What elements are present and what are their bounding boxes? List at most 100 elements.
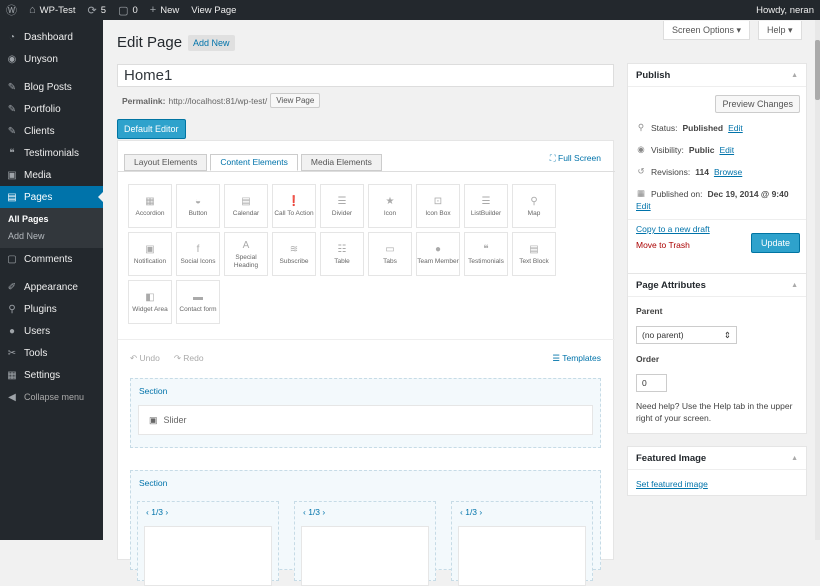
toggle-arrow-icon[interactable]: ▲ <box>791 64 798 87</box>
undo-button[interactable]: ↶ Undo <box>130 353 160 364</box>
order-input[interactable]: 0 <box>636 374 667 392</box>
element-text-block[interactable]: ▤ Text Block <box>512 232 556 276</box>
element-calendar[interactable]: ▤ Calendar <box>224 184 268 228</box>
menu-blog-posts[interactable]: ✎ Blog Posts <box>0 76 103 98</box>
toggle-arrow-icon[interactable]: ▲ <box>791 274 798 297</box>
chevron-right-icon[interactable]: › <box>165 507 168 517</box>
element-call-to-action[interactable]: ❗ Call To Action <box>272 184 316 228</box>
column-one-third[interactable]: ‹ 1/3 › <box>451 501 593 586</box>
full-screen-button[interactable]: ⛶ Full Screen <box>550 153 601 164</box>
parent-select[interactable]: (no parent) ⇕ <box>636 326 737 344</box>
menu-clients[interactable]: ✎ Clients <box>0 120 103 142</box>
element-social-icons[interactable]: f Social Icons <box>176 232 220 276</box>
title-input[interactable]: Home1 <box>117 64 614 87</box>
edit-visibility-link[interactable]: Edit <box>719 145 734 155</box>
user-menu[interactable]: Howdy, neran <box>750 0 820 20</box>
menu-testimonials[interactable]: ❝ Testimonials <box>0 142 103 164</box>
chevron-right-icon[interactable]: › <box>322 507 325 517</box>
preview-changes-button[interactable]: Preview Changes <box>715 95 800 113</box>
notification-icon: ▣ <box>145 243 155 255</box>
menu-pages[interactable]: ▤ Pages <box>0 186 103 208</box>
featured-image-header[interactable]: Featured Image ▲ <box>628 447 806 470</box>
view-page-link[interactable]: View Page <box>185 0 242 20</box>
toggle-arrow-icon[interactable]: ▲ <box>791 447 798 470</box>
wp-logo-icon[interactable]: Ⓦ <box>0 0 23 20</box>
menu-portfolio[interactable]: ✎ Portfolio <box>0 98 103 120</box>
submenu-add-new[interactable]: Add New <box>0 228 103 245</box>
column-one-third[interactable]: ‹ 1/3 › <box>137 501 279 586</box>
element-listbuilder[interactable]: ☰ ListBuilder <box>464 184 508 228</box>
element-divider[interactable]: ☰ Divider <box>320 184 364 228</box>
scrollbar-thumb[interactable] <box>815 40 820 100</box>
add-new-button[interactable]: Add New <box>188 35 235 51</box>
view-page-button[interactable]: View Page <box>270 93 321 108</box>
page-attributes-header[interactable]: Page Attributes ▲ <box>628 274 806 297</box>
copy-draft-row: Copy to a new draft <box>636 224 710 234</box>
element-icon-box[interactable]: ⊡ Icon Box <box>416 184 460 228</box>
history-icon: ↺ <box>637 166 645 176</box>
submenu-all-pages[interactable]: All Pages <box>0 211 103 228</box>
menu-settings[interactable]: ▦ Settings <box>0 364 103 386</box>
menu-plugins[interactable]: ⚲ Plugins <box>0 298 103 320</box>
browse-link[interactable]: Browse <box>714 167 742 177</box>
edit-date-link[interactable]: Edit <box>636 201 651 211</box>
menu-collapse[interactable]: ◀ Collapse menu <box>0 386 103 408</box>
screen-options-button[interactable]: Screen Options ▾ <box>663 21 751 40</box>
element-icon[interactable]: ★ Icon <box>368 184 412 228</box>
pages-icon: ▤ <box>7 191 17 203</box>
default-editor-button[interactable]: Default Editor <box>117 119 186 139</box>
rss-icon: ≋ <box>289 243 299 255</box>
element-button[interactable]: ◒ Button <box>176 184 220 228</box>
element-accordion[interactable]: ▦ Accordion <box>128 184 172 228</box>
dashboard-icon: ◔ <box>8 31 16 43</box>
chevron-left-icon[interactable]: ‹ <box>460 507 463 517</box>
slider-item[interactable]: ▣ Slider <box>138 405 593 435</box>
updates-link[interactable]: ⟳ 5 <box>82 0 113 20</box>
menu-tools[interactable]: ✂ Tools <box>0 342 103 364</box>
tab-layout-elements[interactable]: Layout Elements <box>124 154 208 171</box>
comments-link[interactable]: ▢ 0 <box>112 0 144 20</box>
redo-button[interactable]: ↷ Redo <box>174 353 204 364</box>
column-one-third[interactable]: ‹ 1/3 › <box>294 501 436 586</box>
set-featured-image-link[interactable]: Set featured image <box>636 479 708 489</box>
menu-unyson[interactable]: ◉ Unyson <box>0 48 103 70</box>
site-name-link[interactable]: ⌂ WP-Test <box>23 0 82 20</box>
help-button[interactable]: Help ▾ <box>758 21 802 40</box>
menu-comments[interactable]: ▢ Comments <box>0 248 103 270</box>
new-content-link[interactable]: + New <box>144 0 185 20</box>
element-team-member[interactable]: ● Team Member <box>416 232 460 276</box>
element-special-heading[interactable]: A Special Heading <box>224 232 268 276</box>
admin-bar: Ⓦ ⌂ WP-Test ⟳ 5 ▢ 0 + New View Page Howdy, n… <box>0 0 820 20</box>
copy-draft-link[interactable]: Copy to a new draft <box>636 224 710 234</box>
move-to-trash-link[interactable]: Move to Trash <box>636 240 690 250</box>
tab-media-elements[interactable]: Media Elements <box>300 154 382 171</box>
menu-appearance[interactable]: ✐ Appearance <box>0 276 103 298</box>
update-button[interactable]: Update <box>750 233 800 253</box>
edit-status-link[interactable]: Edit <box>728 123 743 133</box>
element-tabs[interactable]: ▭ Tabs <box>368 232 412 276</box>
menu-dashboard[interactable]: ◔ Dashboard <box>0 26 103 48</box>
element-contact-form[interactable]: ▬ Contact form <box>176 280 220 324</box>
chevron-left-icon[interactable]: ‹ <box>303 507 306 517</box>
menu-users[interactable]: ● Users <box>0 320 103 342</box>
plugin-icon: ⚲ <box>8 303 16 315</box>
element-map[interactable]: ⚲ Map <box>512 184 556 228</box>
section-block-columns[interactable]: Section ‹ 1/3 › ‹ 1/3 › ‹ 1/3 › <box>130 470 601 586</box>
element-table[interactable]: ☷ Table <box>320 232 364 276</box>
publish-header[interactable]: Publish ▲ <box>628 64 806 87</box>
permalink-url[interactable]: http://localhost:81/wp-test/ <box>168 96 267 106</box>
scrollbar[interactable] <box>815 20 820 540</box>
templates-button[interactable]: ☰ Templates <box>552 353 601 364</box>
tab-content-elements[interactable]: Content Elements <box>210 154 298 171</box>
list-icon: ☰ <box>481 195 491 207</box>
section-block[interactable]: Section ▣ Slider <box>130 378 601 448</box>
menu-media[interactable]: ▣ Media <box>0 164 103 186</box>
chevron-right-icon[interactable]: › <box>479 507 482 517</box>
element-testimonials[interactable]: ❝ Testimonials <box>464 232 508 276</box>
element-subscribe[interactable]: ≋ Subscribe <box>272 232 316 276</box>
element-notification[interactable]: ▣ Notification <box>128 232 172 276</box>
chevron-left-icon[interactable]: ‹ <box>146 507 149 517</box>
element-widget-area[interactable]: ◧ Widget Area <box>128 280 172 324</box>
plus-icon: + <box>149 4 157 16</box>
builder-tabs: Layout Elements Content Elements Media E… <box>124 154 382 171</box>
